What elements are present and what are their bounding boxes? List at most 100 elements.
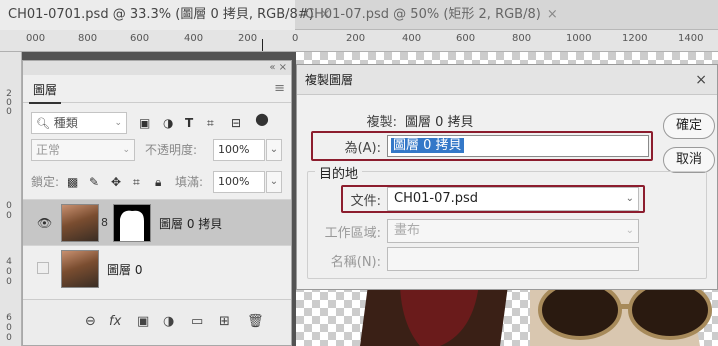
- link-icon[interactable]: 8: [101, 216, 108, 230]
- fx-icon[interactable]: fx: [109, 314, 121, 329]
- filter-row: 🔍︎ 種類 ⌄ ▣ ◑ T ⌗ ⊟ ●: [23, 107, 291, 137]
- ruler-label: 0: [6, 333, 12, 343]
- blend-mode-select[interactable]: 正常 ⌄: [31, 139, 135, 161]
- type-filter-icon[interactable]: T: [185, 116, 193, 130]
- name-label: 名稱(N):: [330, 255, 381, 270]
- artboard-label: 工作區域:: [324, 226, 381, 241]
- visibility-toggle[interactable]: [37, 262, 49, 274]
- close-icon[interactable]: ×: [695, 65, 707, 95]
- duplicate-layer-dialog: 複製圖層 × 複製: 圖層 0 拷貝 為(A): 圖層 0 拷貝 確定 取消 目…: [296, 64, 718, 290]
- document-tab-bar: CH01-0701.psd @ 33.3% (圖層 0 拷貝, RGB/8#) ×…: [0, 0, 718, 30]
- layer-mask-thumbnail[interactable]: [113, 204, 151, 242]
- destination-title: 目的地: [315, 163, 363, 182]
- layer-row-copy[interactable]: 👁︎ 8 圖層 0 拷貝: [23, 199, 291, 245]
- fill-input[interactable]: 100%: [213, 171, 265, 193]
- ruler-label: 400: [184, 33, 204, 44]
- ruler-label: 200: [238, 33, 258, 44]
- ruler-label: 400: [402, 33, 422, 44]
- ruler-marker: [262, 39, 263, 51]
- new-layer-icon[interactable]: ⊞: [219, 314, 230, 329]
- tab-ch01-0701[interactable]: CH01-0701.psd @ 33.3% (圖層 0 拷貝, RGB/8#) ×: [0, 0, 331, 30]
- chevron-down-icon[interactable]: ⌄: [266, 171, 282, 193]
- layers-panel: « × 圖層 ≡ 🔍︎ 種類 ⌄ ▣ ◑ T ⌗ ⊟ ● 正常 ⌄ 不透明度: …: [22, 60, 292, 346]
- folder-icon[interactable]: ▭: [191, 314, 203, 329]
- document-select[interactable]: CH01-07.psd ⌄: [387, 187, 639, 211]
- lock-transparent-icon[interactable]: ▩: [67, 175, 78, 189]
- layer-name[interactable]: 圖層 0 拷貝: [159, 215, 222, 232]
- layer-thumbnail: [61, 250, 99, 288]
- tab-layers[interactable]: 圖層: [29, 81, 62, 104]
- mask-shape: [120, 210, 144, 241]
- chevron-down-icon: ⌄: [114, 118, 122, 128]
- blend-mode-value: 正常: [36, 143, 61, 157]
- ruler-label: 0: [6, 267, 12, 277]
- as-value: 圖層 0 拷貝: [391, 138, 464, 153]
- close-icon[interactable]: ×: [547, 7, 558, 22]
- ruler-label: 200: [6, 89, 12, 117]
- layer-thumbnail: [61, 204, 99, 242]
- ruler-label: 1000: [566, 33, 592, 44]
- ruler-label: 0: [6, 201, 12, 211]
- layer-name[interactable]: 圖層 0: [107, 261, 142, 278]
- lock-position-icon[interactable]: ✥: [111, 175, 121, 189]
- opacity-label: 不透明度:: [145, 143, 198, 157]
- adjustment-icon[interactable]: ◑: [163, 314, 174, 329]
- blend-row: 正常 ⌄ 不透明度: 100% ⌄: [23, 139, 291, 169]
- eye-icon[interactable]: 👁︎: [37, 216, 52, 230]
- dialog-title: 複製圖層: [297, 65, 717, 95]
- ruler-label: 600: [456, 33, 476, 44]
- search-icon: 🔍︎: [36, 117, 50, 130]
- panel-footer: ⊖ fx ▣ ◑ ▭ ⊞ 🗑︎: [23, 299, 291, 345]
- document-label: 文件:: [350, 194, 381, 209]
- cancel-button[interactable]: 取消: [663, 147, 715, 173]
- ruler-label: 800: [512, 33, 532, 44]
- chevron-down-icon[interactable]: ⌄: [266, 139, 282, 161]
- vertical-ruler: 200 0 0 4 0 0 6 0 0: [0, 52, 22, 346]
- image-filter-icon[interactable]: ▣: [139, 116, 150, 130]
- chevron-down-icon: ⌄: [625, 193, 634, 204]
- layer-filter-select[interactable]: 🔍︎ 種類 ⌄: [31, 112, 127, 134]
- artboard-select[interactable]: 畫布 ⌄: [387, 219, 639, 243]
- tab-label: CH01-07.psd @ 50% (矩形 2, RGB/8): [305, 7, 541, 22]
- ok-button[interactable]: 確定: [663, 113, 715, 139]
- as-input[interactable]: 圖層 0 拷貝: [387, 135, 649, 157]
- ruler-label: 0: [6, 277, 12, 287]
- ruler-label: 1200: [622, 33, 648, 44]
- name-input[interactable]: [387, 247, 639, 271]
- ruler-label: 6: [6, 313, 12, 323]
- fill-label: 填滿:: [175, 175, 204, 189]
- link-icon[interactable]: ⊖: [85, 314, 96, 329]
- smart-object-filter-icon[interactable]: ⊟: [231, 116, 241, 130]
- ruler-label: 0: [292, 33, 299, 44]
- opacity-input[interactable]: 100%: [213, 139, 265, 161]
- tab-ch01-07[interactable]: CH01-07.psd @ 50% (矩形 2, RGB/8) ×: [297, 0, 597, 30]
- lock-all-icon[interactable]: 🔒︎: [155, 175, 161, 189]
- lock-label: 鎖定:: [31, 175, 60, 189]
- duplicate-value: 圖層 0 拷貝: [405, 115, 474, 130]
- duplicate-label: 複製:: [366, 115, 397, 130]
- ruler-label: 4: [6, 257, 12, 267]
- layer-row-base[interactable]: 圖層 0: [23, 245, 291, 291]
- panel-header: 圖層 ≡: [23, 75, 291, 104]
- document-value: CH01-07.psd: [394, 191, 479, 206]
- ruler-label: 1400: [678, 33, 704, 44]
- as-label: 為(A):: [344, 141, 381, 156]
- lock-pixels-icon[interactable]: ✎: [89, 175, 99, 189]
- chevron-down-icon: ⌄: [122, 145, 130, 155]
- panel-collapse-bar[interactable]: « ×: [23, 61, 291, 75]
- shape-filter-icon[interactable]: ⌗: [207, 116, 214, 130]
- mask-icon[interactable]: ▣: [137, 314, 149, 329]
- adjustment-filter-icon[interactable]: ◑: [163, 116, 173, 130]
- chevron-down-icon: ⌄: [625, 225, 634, 236]
- panel-menu-icon[interactable]: ≡: [274, 81, 285, 96]
- lock-artboard-icon[interactable]: ⌗: [133, 175, 140, 189]
- filter-label: 種類: [53, 116, 78, 130]
- ruler-label: 0: [6, 211, 12, 221]
- filter-toggle-icon[interactable]: ●: [255, 111, 269, 127]
- lock-row: 鎖定: ▩ ✎ ✥ ⌗ 🔒︎ 填滿: 100% ⌄: [23, 171, 291, 201]
- horizontal-ruler: 000 800 600 400 200 0 200 400 600 800 10…: [0, 30, 718, 52]
- artboard-value: 畫布: [394, 223, 421, 238]
- ruler-label: 200: [346, 33, 366, 44]
- trash-icon[interactable]: 🗑︎: [247, 314, 264, 329]
- ruler-label: 000: [26, 33, 46, 44]
